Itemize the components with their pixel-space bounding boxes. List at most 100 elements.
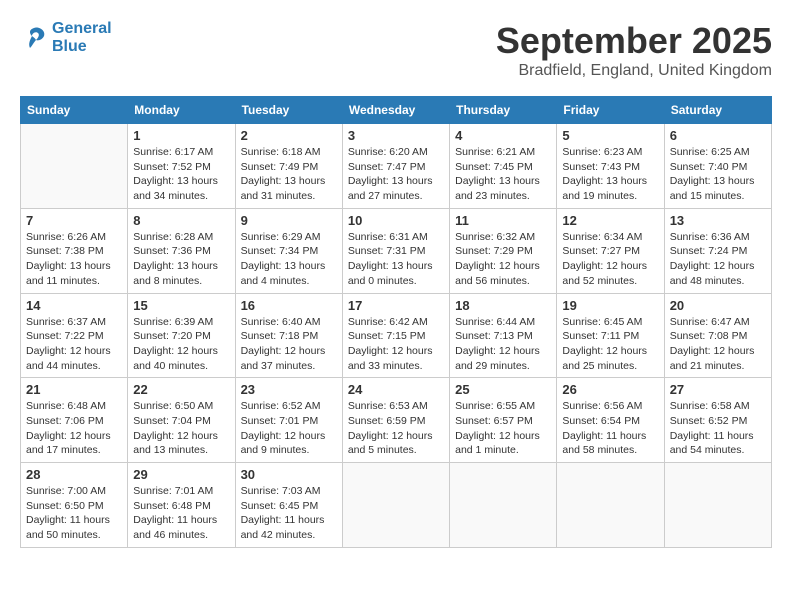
day-header-saturday: Saturday: [664, 97, 771, 124]
day-header-wednesday: Wednesday: [342, 97, 449, 124]
calendar-cell: [21, 124, 128, 209]
logo: General Blue: [20, 20, 112, 55]
day-info: Sunrise: 6:53 AMSunset: 6:59 PMDaylight:…: [348, 399, 444, 458]
calendar-cell: 1Sunrise: 6:17 AMSunset: 7:52 PMDaylight…: [128, 124, 235, 209]
logo-icon: [20, 24, 48, 52]
week-row: 21 Sunrise: 6:48 AMSunset: 7:06 PMDayligh…: [21, 378, 772, 463]
day-number: 17: [348, 298, 444, 313]
calendar-cell: 27 Sunrise: 6:58 AMSunset: 6:52 PMDayligh…: [664, 378, 771, 463]
week-row: 14 Sunrise: 6:37 AMSunset: 7:22 PMDayligh…: [21, 293, 772, 378]
day-number: 5: [562, 128, 658, 143]
calendar-cell: 9Sunrise: 6:29 AMSunset: 7:34 PMDaylight…: [235, 208, 342, 293]
day-info: Sunrise: 7:01 AMSunset: 6:48 PMDaylight:…: [133, 484, 229, 543]
day-number: 8: [133, 213, 229, 228]
day-number: 22: [133, 382, 229, 397]
day-info: Sunrise: 6:47 AMSunset: 7:08 PMDaylight:…: [670, 315, 766, 374]
day-info: Sunrise: 6:31 AMSunset: 7:31 PMDaylight:…: [348, 230, 444, 289]
calendar-cell: 18 Sunrise: 6:44 AMSunset: 7:13 PMDayligh…: [450, 293, 557, 378]
calendar-cell: 28 Sunrise: 7:00 AMSunset: 6:50 PMDayligh…: [21, 463, 128, 548]
title-block: September 2025 Bradfield, England, Unite…: [496, 20, 772, 80]
calendar-cell: 22 Sunrise: 6:50 AMSunset: 7:04 PMDayligh…: [128, 378, 235, 463]
day-info: Sunrise: 6:52 AMSunset: 7:01 PMDaylight:…: [241, 399, 337, 458]
day-number: 15: [133, 298, 229, 313]
calendar-cell: 24 Sunrise: 6:53 AMSunset: 6:59 PMDayligh…: [342, 378, 449, 463]
day-header-thursday: Thursday: [450, 97, 557, 124]
calendar-cell: 30 Sunrise: 7:03 AMSunset: 6:45 PMDayligh…: [235, 463, 342, 548]
day-number: 27: [670, 382, 766, 397]
day-number: 18: [455, 298, 551, 313]
day-number: 23: [241, 382, 337, 397]
calendar-cell: 2 Sunrise: 6:18 AMSunset: 7:49 PMDaylight…: [235, 124, 342, 209]
day-number: 24: [348, 382, 444, 397]
day-info: Sunrise: 6:34 AMSunset: 7:27 PMDaylight:…: [562, 230, 658, 289]
day-number: 30: [241, 467, 337, 482]
day-info: Sunrise: 6:18 AMSunset: 7:49 PMDaylight:…: [241, 145, 337, 204]
calendar-cell: 20 Sunrise: 6:47 AMSunset: 7:08 PMDayligh…: [664, 293, 771, 378]
page-header: General Blue September 2025 Bradfield, E…: [20, 20, 772, 80]
calendar-cell: 26 Sunrise: 6:56 AMSunset: 6:54 PMDayligh…: [557, 378, 664, 463]
week-row: 7Sunrise: 6:26 AMSunset: 7:38 PMDaylight…: [21, 208, 772, 293]
day-number: 12: [562, 213, 658, 228]
calendar-cell: 15 Sunrise: 6:39 AMSunset: 7:20 PMDayligh…: [128, 293, 235, 378]
calendar-cell: [450, 463, 557, 548]
day-number: 7: [26, 213, 122, 228]
calendar-cell: [342, 463, 449, 548]
calendar-cell: 10 Sunrise: 6:31 AMSunset: 7:31 PMDayligh…: [342, 208, 449, 293]
day-info: Sunrise: 6:21 AMSunset: 7:45 PMDaylight:…: [455, 145, 551, 204]
calendar-cell: 11 Sunrise: 6:32 AMSunset: 7:29 PMDayligh…: [450, 208, 557, 293]
day-number: 21: [26, 382, 122, 397]
day-number: 25: [455, 382, 551, 397]
month-title: September 2025: [496, 20, 772, 62]
calendar-cell: 14 Sunrise: 6:37 AMSunset: 7:22 PMDayligh…: [21, 293, 128, 378]
day-number: 4: [455, 128, 551, 143]
day-number: 29: [133, 467, 229, 482]
day-info: Sunrise: 6:37 AMSunset: 7:22 PMDaylight:…: [26, 315, 122, 374]
calendar-cell: 19Sunrise: 6:45 AMSunset: 7:11 PMDayligh…: [557, 293, 664, 378]
day-info: Sunrise: 6:50 AMSunset: 7:04 PMDaylight:…: [133, 399, 229, 458]
calendar-cell: 12 Sunrise: 6:34 AMSunset: 7:27 PMDayligh…: [557, 208, 664, 293]
day-info: Sunrise: 6:32 AMSunset: 7:29 PMDaylight:…: [455, 230, 551, 289]
calendar-cell: [664, 463, 771, 548]
day-number: 26: [562, 382, 658, 397]
day-number: 6: [670, 128, 766, 143]
calendar-table: SundayMondayTuesdayWednesdayThursdayFrid…: [20, 96, 772, 548]
week-row: 28 Sunrise: 7:00 AMSunset: 6:50 PMDayligh…: [21, 463, 772, 548]
day-number: 13: [670, 213, 766, 228]
day-info: Sunrise: 6:40 AMSunset: 7:18 PMDaylight:…: [241, 315, 337, 374]
day-number: 20: [670, 298, 766, 313]
day-number: 2: [241, 128, 337, 143]
day-header-sunday: Sunday: [21, 97, 128, 124]
day-number: 16: [241, 298, 337, 313]
calendar-cell: 29 Sunrise: 7:01 AMSunset: 6:48 PMDayligh…: [128, 463, 235, 548]
day-info: Sunrise: 6:28 AMSunset: 7:36 PMDaylight:…: [133, 230, 229, 289]
calendar-cell: [557, 463, 664, 548]
day-number: 11: [455, 213, 551, 228]
day-info: Sunrise: 6:17 AMSunset: 7:52 PMDaylight:…: [133, 145, 229, 204]
calendar-cell: 4 Sunrise: 6:21 AMSunset: 7:45 PMDaylight…: [450, 124, 557, 209]
calendar-cell: 16 Sunrise: 6:40 AMSunset: 7:18 PMDayligh…: [235, 293, 342, 378]
day-header-friday: Friday: [557, 97, 664, 124]
day-info: Sunrise: 6:36 AMSunset: 7:24 PMDaylight:…: [670, 230, 766, 289]
day-number: 14: [26, 298, 122, 313]
day-info: Sunrise: 6:56 AMSunset: 6:54 PMDaylight:…: [562, 399, 658, 458]
day-number: 10: [348, 213, 444, 228]
calendar-cell: 3Sunrise: 6:20 AMSunset: 7:47 PMDaylight…: [342, 124, 449, 209]
day-info: Sunrise: 7:03 AMSunset: 6:45 PMDaylight:…: [241, 484, 337, 543]
calendar-cell: 8 Sunrise: 6:28 AMSunset: 7:36 PMDaylight…: [128, 208, 235, 293]
day-info: Sunrise: 6:58 AMSunset: 6:52 PMDaylight:…: [670, 399, 766, 458]
calendar-body: 1Sunrise: 6:17 AMSunset: 7:52 PMDaylight…: [21, 124, 772, 548]
calendar-cell: 5Sunrise: 6:23 AMSunset: 7:43 PMDaylight…: [557, 124, 664, 209]
day-info: Sunrise: 6:39 AMSunset: 7:20 PMDaylight:…: [133, 315, 229, 374]
day-info: Sunrise: 6:44 AMSunset: 7:13 PMDaylight:…: [455, 315, 551, 374]
day-header-monday: Monday: [128, 97, 235, 124]
week-row: 1Sunrise: 6:17 AMSunset: 7:52 PMDaylight…: [21, 124, 772, 209]
calendar-cell: 21 Sunrise: 6:48 AMSunset: 7:06 PMDayligh…: [21, 378, 128, 463]
logo-text: General Blue: [52, 20, 112, 55]
day-info: Sunrise: 7:00 AMSunset: 6:50 PMDaylight:…: [26, 484, 122, 543]
day-info: Sunrise: 6:48 AMSunset: 7:06 PMDaylight:…: [26, 399, 122, 458]
day-info: Sunrise: 6:29 AMSunset: 7:34 PMDaylight:…: [241, 230, 337, 289]
location: Bradfield, England, United Kingdom: [496, 62, 772, 80]
day-number: 28: [26, 467, 122, 482]
day-number: 19: [562, 298, 658, 313]
calendar-header: SundayMondayTuesdayWednesdayThursdayFrid…: [21, 97, 772, 124]
